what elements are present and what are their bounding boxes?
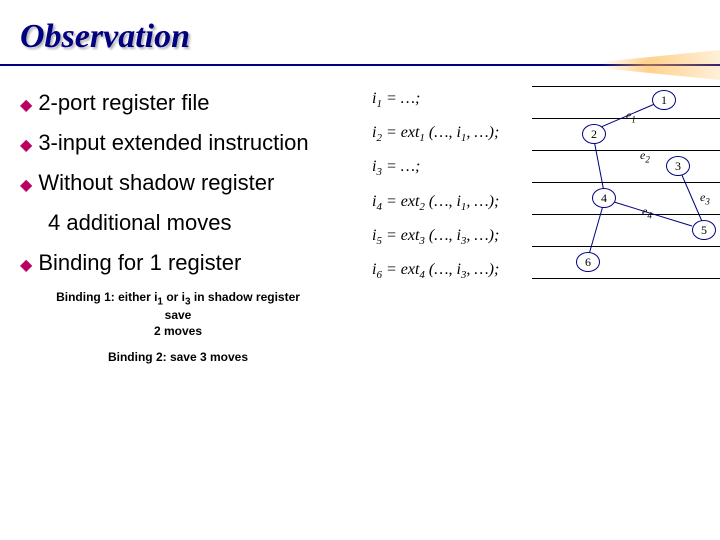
bullet-column: ◆ 2-port register file ◆ 3-input extende… [12,90,372,375]
bullet-text: 3-input extended instruction [38,130,308,156]
edge-label-1: e1 [626,108,636,124]
edge-label-4: e4 [642,204,652,220]
equation-column: i1 = …; i2 = ext1 (…, i1, …); i3 = …; i4… [372,90,499,295]
graph-node-5: 5 [692,220,716,240]
graph-node-3: 3 [666,156,690,176]
equation-1: i1 = …; [372,90,499,110]
equation-5: i5 = ext3 (…, i3, …); [372,227,499,247]
dependency-diagram: 1 2 3 4 5 6 e1 e2 e3 e4 [532,86,720,316]
slide-title: Observation [20,18,720,56]
bullet-diamond-icon: ◆ [20,255,32,275]
bullet-text: Binding for 1 register [38,250,241,276]
graph-node-4: 4 [592,188,616,208]
equation-6: i6 = ext4 (…, i3, …); [372,261,499,281]
bullet-text: 2-port register file [38,90,209,116]
bullet-1: ◆ 2-port register file [20,90,372,116]
binding-note-2: Binding 2: save 3 moves [48,350,308,366]
graph-node-1: 1 [652,90,676,110]
bullet-diamond-icon: ◆ [20,95,32,115]
right-panel: i1 = …; i2 = ext1 (…, i1, …); i3 = …; i4… [372,90,708,375]
bullet-text: Without shadow register [38,170,274,196]
equation-4: i4 = ext2 (…, i1, …); [372,193,499,213]
bullet-diamond-icon: ◆ [20,135,32,155]
bullet-diamond-icon: ◆ [20,175,32,195]
edge-label-3: e3 [700,190,710,206]
sub-bullet-1: 4 additional moves [48,210,372,236]
bullet-4: ◆ Binding for 1 register [20,250,372,276]
bullet-2: ◆ 3-input extended instruction [20,130,372,156]
graph-node-2: 2 [582,124,606,144]
graph-node-6: 6 [576,252,600,272]
bullet-3: ◆ Without shadow register [20,170,372,196]
equation-3: i3 = …; [372,158,499,178]
equation-2: i2 = ext1 (…, i1, …); [372,124,499,144]
binding-note-1: Binding 1: either i1 or i3 in shadow reg… [48,290,308,340]
edge-label-2: e2 [640,148,650,164]
